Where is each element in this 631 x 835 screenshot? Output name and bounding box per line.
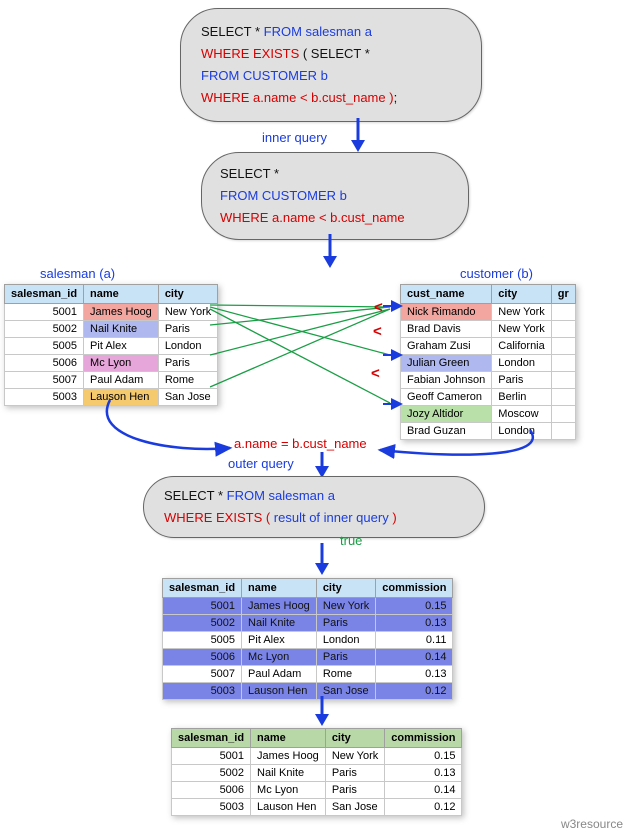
table-row: 5001James HoogNew York [5, 304, 218, 321]
label-inner-query: inner query [262, 130, 327, 145]
query-box-outer-full: SELECT * FROM salesman a WHERE EXISTS ( … [180, 8, 482, 122]
table-header-row: salesman_id name city commission [163, 579, 453, 598]
table-header-row: cust_name city gr [401, 285, 576, 304]
salesman-table: salesman_id name city 5001James HoogNew … [4, 284, 218, 406]
col-city: city [316, 579, 375, 598]
table-row: 5003Lauson HenSan Jose0.12 [172, 799, 462, 816]
table-row: Julian GreenLondon [401, 355, 576, 372]
table-row: 5005Pit AlexLondon [5, 338, 218, 355]
table-row: Graham ZusiCalifornia [401, 338, 576, 355]
arrow-icon [348, 118, 368, 152]
sql-text: SELECT * [201, 24, 264, 39]
col-comm: commission [376, 579, 453, 598]
table-row: 5001James HoogNew York0.15 [163, 598, 453, 615]
table-row: 5002Nail KniteParis [5, 321, 218, 338]
table-row: 5006Mc LyonParis0.14 [163, 649, 453, 666]
col-name: name [242, 579, 317, 598]
sql-text: FROM CUSTOMER b [220, 188, 347, 203]
table-row: Nick RimandoNew York [401, 304, 576, 321]
table-row: Brad DavisNew York [401, 321, 576, 338]
label-salesman: salesman (a) [40, 266, 115, 281]
result-table-final: salesman_id name city commission 5001Jam… [171, 728, 462, 816]
table-row: 5003Lauson HenSan Jose0.12 [163, 683, 453, 700]
sql-text: FROM CUSTOMER b [201, 68, 328, 83]
sql-text: ) [389, 510, 397, 525]
col-id: salesman_id [172, 729, 251, 748]
sql-text: SELECT * [164, 488, 227, 503]
less-than-icon: < [373, 323, 382, 340]
table-row: 5005Pit AlexLondon0.11 [163, 632, 453, 649]
sql-text: ( SELECT * [299, 46, 370, 61]
less-than-icon: < [374, 299, 383, 316]
arrow-icon [312, 696, 332, 726]
arrow-icon [320, 234, 340, 268]
col-gr: gr [551, 285, 575, 304]
sql-text: WHERE EXISTS ( [164, 510, 274, 525]
sql-text: FROM salesman a [227, 488, 335, 503]
col-city: city [492, 285, 551, 304]
label-outer-query: outer query [228, 456, 294, 471]
table-header-row: salesman_id name city [5, 285, 218, 304]
table-row: Fabian JohnsonParis [401, 372, 576, 389]
sql-text: WHERE a.name < b.cust_name [220, 210, 405, 225]
less-than-icon: < [371, 365, 380, 382]
table-row: 5007Paul AdamRome [5, 372, 218, 389]
col-name: name [251, 729, 326, 748]
col-cust-name: cust_name [401, 285, 492, 304]
table-row: 5002Nail KniteParis0.13 [172, 765, 462, 782]
col-city: city [325, 729, 384, 748]
table-row: 5001James HoogNew York0.15 [172, 748, 462, 765]
table-row: 5007Paul AdamRome0.13 [163, 666, 453, 683]
label-true: true [340, 533, 362, 548]
result-table-highlighted: salesman_id name city commission 5001Jam… [162, 578, 453, 700]
sql-text: SELECT * [220, 166, 279, 181]
label-customer: customer (b) [460, 266, 533, 281]
col-comm: commission [385, 729, 462, 748]
arrow-icon [312, 452, 332, 478]
arrow-icon [312, 543, 332, 575]
sql-text: FROM salesman a [264, 24, 372, 39]
col-id: salesman_id [5, 285, 84, 304]
footer-credit: w3resource [561, 817, 623, 831]
sql-text: WHERE EXISTS [201, 46, 299, 61]
table-row: 5006Mc LyonParis0.14 [172, 782, 462, 799]
col-id: salesman_id [163, 579, 242, 598]
table-header-row: salesman_id name city commission [172, 729, 462, 748]
sql-text: WHERE a.name < b.cust_name ) [201, 90, 394, 105]
query-box-inner: SELECT * FROM CUSTOMER b WHERE a.name < … [201, 152, 469, 240]
table-row: 5002Nail KniteParis0.13 [163, 615, 453, 632]
diagram-canvas: SELECT * FROM salesman a WHERE EXISTS ( … [0, 0, 631, 835]
sql-text: result of inner query [274, 510, 389, 525]
table-row: 5006Mc LyonParis [5, 355, 218, 372]
sql-text: ; [394, 90, 398, 105]
col-name: name [84, 285, 159, 304]
query-box-outer-result: SELECT * FROM salesman a WHERE EXISTS ( … [143, 476, 485, 538]
col-city: city [158, 285, 217, 304]
